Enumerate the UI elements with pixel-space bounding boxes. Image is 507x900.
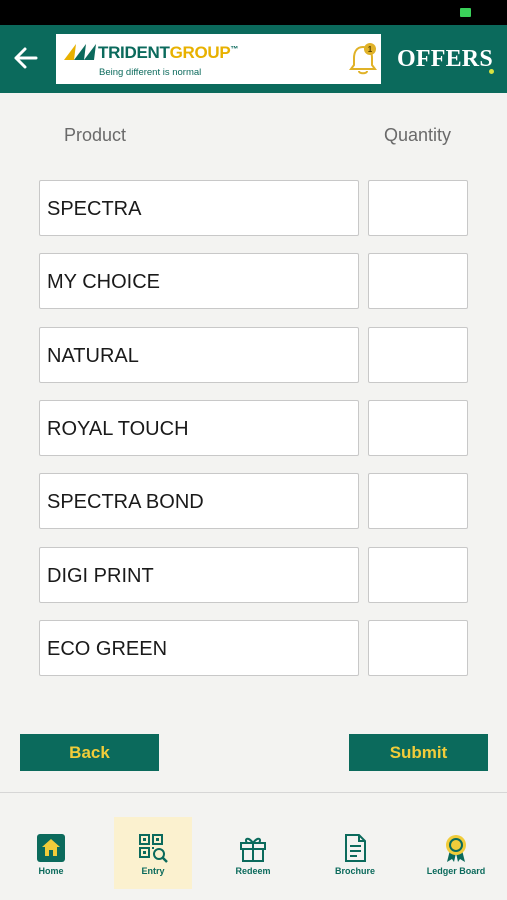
- tab-label: Brochure: [334, 866, 375, 876]
- home-icon: [37, 834, 65, 862]
- product-row: ECO GREEN: [0, 620, 507, 676]
- quantity-input[interactable]: [368, 180, 468, 236]
- tab-redeem[interactable]: Redeem: [214, 817, 292, 889]
- product-row: SPECTRA BOND: [0, 473, 507, 529]
- offers-dot: [489, 69, 494, 74]
- back-button[interactable]: Back: [20, 734, 159, 771]
- product-name: SPECTRA BOND: [47, 491, 204, 513]
- quantity-input[interactable]: [368, 400, 468, 456]
- product-row: DIGI PRINT: [0, 547, 507, 603]
- product-name-field: SPECTRA: [39, 180, 359, 236]
- tab-entry[interactable]: Entry: [114, 817, 192, 889]
- quantity-input[interactable]: [368, 327, 468, 383]
- qr-scan-icon: [139, 834, 168, 863]
- status-bar: [0, 0, 507, 25]
- quantity-input[interactable]: [368, 547, 468, 603]
- tab-label: Entry: [141, 866, 165, 876]
- back-arrow-icon[interactable]: [10, 42, 42, 74]
- app-header: TRIDENTGROUP™ Being different is normal …: [0, 25, 507, 93]
- product-name: NATURAL: [47, 345, 139, 367]
- product-name-field: DIGI PRINT: [39, 547, 359, 603]
- product-row: SPECTRA: [0, 180, 507, 236]
- tab-home[interactable]: Home: [12, 817, 90, 889]
- product-name-field: SPECTRA BOND: [39, 473, 359, 529]
- product-name-field: ROYAL TOUCH: [39, 400, 359, 456]
- product-name: ECO GREEN: [47, 638, 168, 660]
- product-name: DIGI PRINT: [47, 565, 154, 587]
- quantity-column-header: Quantity: [384, 125, 452, 145]
- quantity-input[interactable]: [368, 253, 468, 309]
- product-name: SPECTRA: [47, 198, 142, 220]
- product-name-field: MY CHOICE: [39, 253, 359, 309]
- award-icon: [446, 835, 466, 862]
- product-name-field: NATURAL: [39, 327, 359, 383]
- product-name-field: ECO GREEN: [39, 620, 359, 676]
- bottom-tab-bar: Home Entry Redeem Brochure Ledger Board: [0, 792, 507, 900]
- product-row: MY CHOICE: [0, 253, 507, 309]
- notification-count: 1: [368, 45, 373, 54]
- tab-label: Ledger Board: [426, 866, 486, 876]
- tab-label: Home: [38, 866, 64, 876]
- product-row: NATURAL: [0, 327, 507, 383]
- tab-ledger-board[interactable]: Ledger Board: [417, 817, 495, 889]
- product-row: ROYAL TOUCH: [0, 400, 507, 456]
- notification-bell-icon[interactable]: 1: [346, 41, 380, 77]
- offers-link[interactable]: OFFERS: [397, 46, 493, 73]
- product-name: MY CHOICE: [47, 271, 160, 293]
- trident-logo: TRIDENTGROUP™ Being different is normal …: [56, 34, 381, 84]
- logo-name: TRIDENTGROUP™: [98, 43, 239, 62]
- tab-brochure[interactable]: Brochure: [316, 817, 394, 889]
- tab-label: Redeem: [235, 866, 271, 876]
- document-icon: [345, 834, 366, 862]
- gift-icon: [240, 837, 266, 862]
- submit-button[interactable]: Submit: [349, 734, 488, 771]
- quantity-input[interactable]: [368, 473, 468, 529]
- quantity-input[interactable]: [368, 620, 468, 676]
- product-name: ROYAL TOUCH: [47, 418, 189, 440]
- logo-mark-icon: [64, 44, 96, 60]
- battery-icon: [460, 8, 471, 17]
- product-column-header: Product: [64, 125, 127, 145]
- logo-tagline: Being different is normal: [99, 67, 202, 78]
